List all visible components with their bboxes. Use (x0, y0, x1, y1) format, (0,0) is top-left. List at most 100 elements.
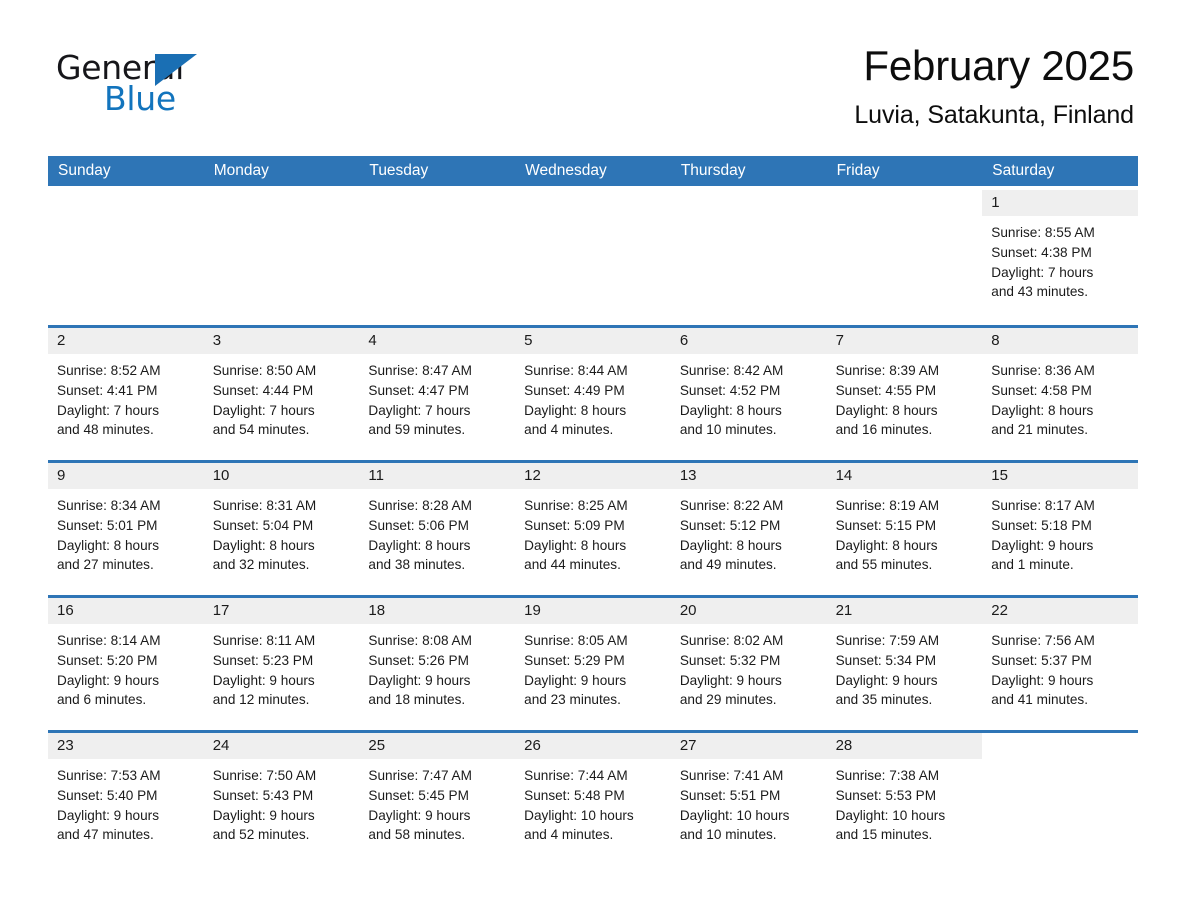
day-info-line: Sunset: 4:41 PM (57, 382, 158, 398)
calendar-day-cell[interactable]: 10 Sunrise: 8:31 AM Sunset: 5:04 PM Dayligh… (203, 463, 360, 587)
calendar-day-cell[interactable]: 19 Sunrise: 8:05 AM Sunset: 5:29 PM Dayligh… (515, 598, 671, 722)
day-number: 15 (982, 463, 1138, 489)
calendar-day-cell[interactable]: 13 Sunrise: 8:22 AM Sunset: 5:12 PM Dayligh… (670, 463, 827, 587)
day-info-line: Sunset: 5:15 PM (835, 517, 937, 533)
day-info-line: Sunrise: 7:41 AM (679, 768, 784, 783)
location-subtitle: Luvia, Satakunta, Finland (854, 100, 1134, 129)
page-header: General Blue February 2025 Luvia, Sataku… (0, 0, 1188, 128)
day-info-line: Sunrise: 8:25 AM (524, 498, 628, 513)
calendar-day-cell[interactable]: 26 Sunrise: 7:44 AM Sunset: 5:48 PM Dayligh… (515, 733, 671, 857)
day-info-line: Sunrise: 8:11 AM (212, 633, 316, 648)
calendar-day-cell[interactable]: 17 Sunrise: 8:11 AM Sunset: 5:23 PM Dayligh… (203, 598, 360, 722)
weekday-header-row: Sunday Monday Tuesday Wednesday Thursday Frid… (48, 156, 1138, 186)
day-info-line: Sunset: 5:06 PM (368, 517, 469, 533)
calendar-day-cell[interactable]: 5 Sunrise: 8:44 AM Sunset: 4:49 PM Daylight… (515, 328, 671, 452)
day-number (359, 190, 515, 216)
calendar-day-cell[interactable]: 8 Sunrise: 8:36 AM Sunset: 4:58 PM Daylight… (982, 328, 1138, 452)
day-info-line: Sunset: 5:37 PM (991, 652, 1092, 668)
day-info-line: and 1 minute. (991, 557, 1074, 573)
day-number: 18 (359, 598, 516, 624)
day-info-line: and 44 minutes. (524, 557, 621, 573)
day-info-line: Sunrise: 7:38 AM (835, 768, 940, 783)
calendar-day-cell[interactable]: 22 Sunrise: 7:56 AM Sunset: 5:37 PM Dayligh… (982, 598, 1138, 722)
day-number: 21 (826, 598, 983, 624)
calendar-day-cell[interactable]: 6 Sunrise: 8:42 AM Sunset: 4:52 PM Daylight… (670, 328, 827, 452)
calendar-day-cell[interactable]: 11 Sunrise: 8:28 AM Sunset: 5:06 PM Dayligh… (359, 463, 516, 587)
day-info-line: Daylight: 7 hours (991, 264, 1094, 280)
day-info-line: Daylight: 8 hours (679, 537, 782, 553)
day-info-line: Sunset: 5:32 PM (679, 652, 781, 668)
day-info-line: Sunset: 5:40 PM (57, 787, 158, 803)
day-info-line: Sunrise: 8:05 AM (524, 633, 628, 648)
day-info-line: Sunset: 5:45 PM (368, 787, 469, 803)
calendar-day-cell[interactable]: 25 Sunrise: 7:47 AM Sunset: 5:45 PM Dayligh… (359, 733, 516, 857)
calendar-day-cell[interactable]: 4 Sunrise: 8:47 AM Sunset: 4:47 PM Daylight… (359, 328, 516, 452)
calendar-day-cell[interactable]: 15 Sunrise: 8:17 AM Sunset: 5:18 PM Dayligh… (982, 463, 1138, 587)
title-block: February 2025 Luvia, Satakunta, Finland (216, 43, 1136, 130)
calendar-day-cell[interactable]: 18 Sunrise: 8:08 AM Sunset: 5:26 PM Dayligh… (359, 598, 516, 722)
day-number: 19 (515, 598, 671, 624)
day-sun-info: Sunrise: 8:34 AM Sunset: 5:01 PM Daylight:… (48, 489, 204, 575)
calendar-day-cell[interactable]: 12 Sunrise: 8:25 AM Sunset: 5:09 PM Dayligh… (515, 463, 671, 587)
day-sun-info: Sunrise: 8:55 AM Sunset: 4:38 PM Daylight:… (982, 216, 1138, 302)
calendar-day-cell[interactable]: 9 Sunrise: 8:34 AM Sunset: 5:01 PM Daylight… (48, 463, 204, 587)
day-info-line: Sunset: 4:44 PM (212, 382, 314, 398)
calendar-day-cell[interactable]: 21 Sunrise: 7:59 AM Sunset: 5:34 PM Dayligh… (826, 598, 983, 722)
day-info-line: Sunset: 5:48 PM (524, 787, 625, 803)
calendar-day-cell[interactable]: 16 Sunrise: 8:14 AM Sunset: 5:20 PM Dayligh… (48, 598, 204, 722)
calendar-day-cell[interactable]: 7 Sunrise: 8:39 AM Sunset: 4:55 PM Daylight… (826, 328, 983, 452)
day-info-line: Sunrise: 8:52 AM (57, 363, 161, 378)
day-info-line: Sunrise: 8:31 AM (212, 498, 317, 513)
day-info-line: and 48 minutes. (57, 422, 154, 438)
day-info-line: Sunset: 5:20 PM (57, 652, 158, 668)
day-number: 12 (515, 463, 671, 489)
day-info-line: Sunset: 4:38 PM (991, 244, 1092, 260)
day-info-line: Sunrise: 8:28 AM (368, 498, 472, 513)
day-sun-info: Sunrise: 8:47 AM Sunset: 4:47 PM Daylight:… (359, 354, 515, 440)
day-info-line: Sunset: 5:04 PM (212, 517, 314, 533)
calendar-day-cell[interactable]: 14 Sunrise: 8:19 AM Sunset: 5:15 PM Dayligh… (826, 463, 983, 587)
calendar-day-cell-empty (515, 190, 671, 317)
day-info-line: Daylight: 8 hours (991, 402, 1094, 418)
day-info-line: Sunrise: 8:55 AM (991, 225, 1095, 240)
calendar-day-cell[interactable]: 3 Sunrise: 8:50 AM Sunset: 4:44 PM Daylight… (203, 328, 360, 452)
day-info-line: and 23 minutes. (524, 692, 621, 708)
weekday-header-sunday: Sunday (58, 162, 111, 179)
calendar-day-cell[interactable]: 27 Sunrise: 7:41 AM Sunset: 5:51 PM Dayligh… (670, 733, 827, 857)
day-info-line: Sunset: 5:12 PM (679, 517, 781, 533)
day-info-line: Sunset: 5:53 PM (835, 787, 937, 803)
day-info-line: and 55 minutes. (835, 557, 933, 573)
calendar-day-cell[interactable]: 2 Sunrise: 8:52 AM Sunset: 4:41 PM Daylight… (48, 328, 204, 452)
day-sun-info: Sunrise: 8:05 AM Sunset: 5:29 PM Daylight:… (515, 624, 671, 710)
day-info-line: and 47 minutes. (57, 827, 154, 843)
calendar-day-cell[interactable]: 28 Sunrise: 7:38 AM Sunset: 5:53 PM Dayligh… (826, 733, 983, 857)
day-info-line: Daylight: 10 hours (835, 807, 946, 823)
calendar-week-row: 16 Sunrise: 8:14 AM Sunset: 5:20 PM Dayligh… (48, 595, 1138, 722)
day-info-line: and 18 minutes. (368, 692, 466, 708)
day-number (827, 190, 983, 216)
day-info-line: Sunrise: 7:47 AM (368, 768, 472, 783)
day-number: 16 (48, 598, 204, 624)
calendar-day-cell[interactable]: 1 Sunrise: 8:55 AM Sunset: 4:38 PM Daylight… (982, 190, 1138, 317)
calendar-day-cell[interactable]: 24 Sunrise: 7:50 AM Sunset: 5:43 PM Dayligh… (203, 733, 360, 857)
general-blue-logo[interactable]: General Blue (56, 44, 216, 122)
calendar-day-cell[interactable]: 20 Sunrise: 8:02 AM Sunset: 5:32 PM Dayligh… (670, 598, 827, 722)
day-number: 25 (359, 733, 516, 759)
day-info-line: Sunset: 4:49 PM (524, 382, 625, 398)
day-info-line: Sunset: 5:18 PM (991, 517, 1092, 533)
day-info-line: and 52 minutes. (212, 827, 310, 843)
day-info-line: and 4 minutes. (524, 827, 614, 843)
day-info-line: and 15 minutes. (835, 827, 933, 843)
day-info-line: Sunset: 5:01 PM (57, 517, 158, 533)
day-info-line: Sunset: 5:26 PM (368, 652, 469, 668)
day-info-line: Daylight: 9 hours (57, 807, 160, 823)
day-info-line: Sunrise: 7:53 AM (57, 768, 161, 783)
day-sun-info: Sunrise: 8:44 AM Sunset: 4:49 PM Daylight:… (515, 354, 671, 440)
day-sun-info: Sunrise: 8:42 AM Sunset: 4:52 PM Daylight:… (671, 354, 827, 440)
day-info-line: Sunrise: 8:44 AM (524, 363, 628, 378)
day-number (671, 190, 827, 216)
day-info-line: Sunrise: 8:42 AM (679, 363, 784, 378)
day-info-line: Daylight: 8 hours (524, 402, 627, 418)
calendar-day-cell[interactable]: 23 Sunrise: 7:53 AM Sunset: 5:40 PM Dayligh… (48, 733, 204, 857)
day-sun-info: Sunrise: 7:41 AM Sunset: 5:51 PM Daylight:… (671, 759, 827, 845)
